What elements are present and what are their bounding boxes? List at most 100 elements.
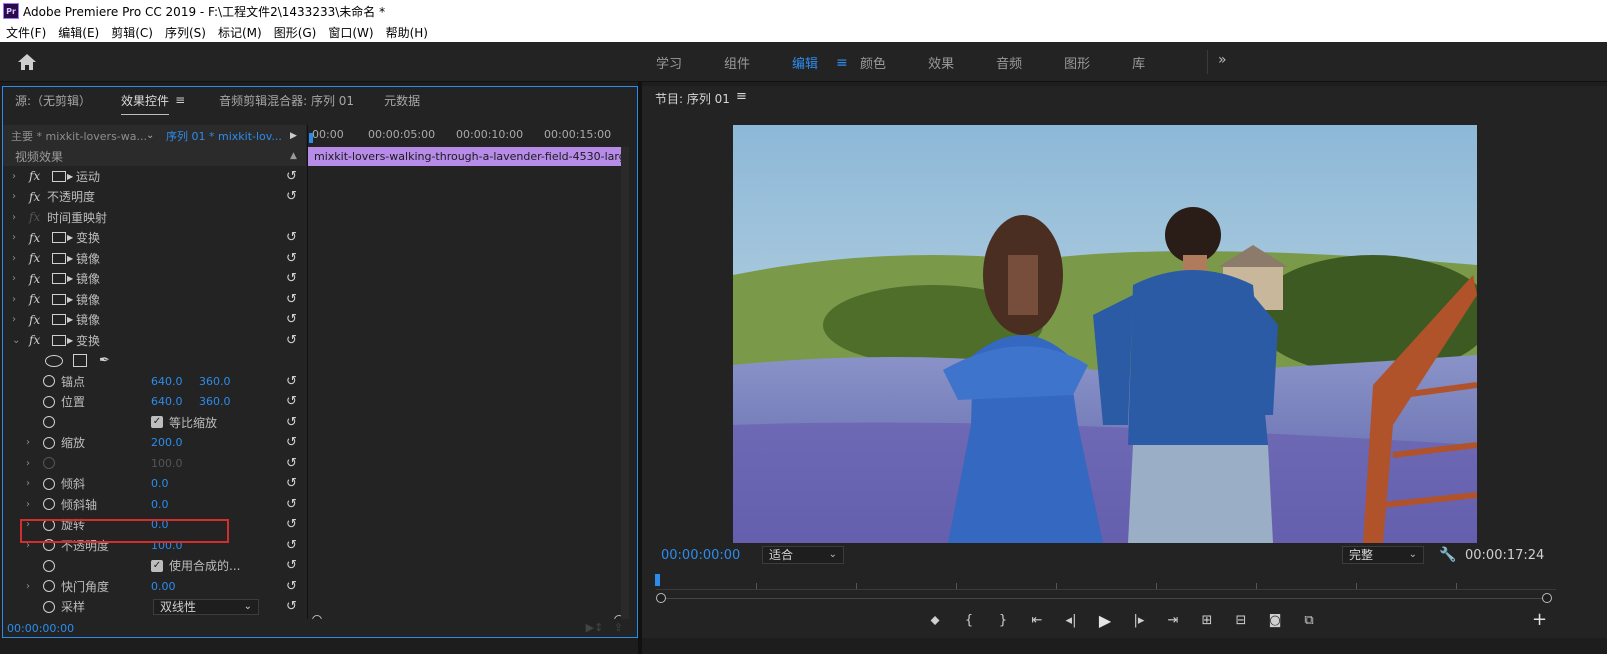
chevron-right-icon[interactable]: › <box>12 294 16 305</box>
reset-icon[interactable]: ↺ <box>286 374 297 389</box>
stopwatch-icon[interactable] <box>43 436 55 449</box>
transform-icon[interactable] <box>52 314 66 326</box>
shutter-value[interactable]: 0.00 <box>151 580 176 593</box>
effect-row-opacity[interactable]: › fx 不透明度 ↺ <box>3 187 306 208</box>
insert-icon[interactable]: ⊞ <box>1190 613 1224 628</box>
reset-icon[interactable]: ↺ <box>286 312 297 327</box>
step-forward-icon[interactable]: |▸ <box>1122 613 1156 628</box>
reset-icon[interactable]: ↺ <box>286 292 297 307</box>
reset-icon[interactable]: ↺ <box>286 415 297 430</box>
add-marker-icon[interactable]: ⬥ <box>918 613 952 628</box>
effect-row-mirror[interactable]: › fx ▶ 镜像 ↺ <box>3 289 306 310</box>
stopwatch-icon[interactable] <box>43 580 55 593</box>
anchor-y-value[interactable]: 360.0 <box>199 375 231 388</box>
menu-markers[interactable]: 标记(M) <box>218 24 262 41</box>
program-menu-icon[interactable]: ≡ <box>736 89 747 104</box>
ws-tab-color[interactable]: 颜色 <box>860 53 886 72</box>
position-y-value[interactable]: 360.0 <box>199 395 231 408</box>
resolution-dropdown[interactable]: 完整 ⌄ <box>1342 546 1424 564</box>
reset-icon[interactable]: ↺ <box>286 558 297 573</box>
reset-icon[interactable]: ↺ <box>286 579 297 594</box>
program-time-ruler[interactable] <box>656 572 1556 590</box>
menu-edit[interactable]: 编辑(E) <box>58 24 99 41</box>
reset-icon[interactable]: ↺ <box>286 517 297 532</box>
transform-icon[interactable] <box>52 293 66 305</box>
effect-row-mirror[interactable]: › fx ▶ 镜像 ↺ <box>3 269 306 290</box>
add-button-icon[interactable]: + <box>1532 609 1547 630</box>
reset-icon[interactable]: ↺ <box>286 538 297 553</box>
workspace-menu-icon[interactable]: ≡ <box>836 55 848 71</box>
chevron-right-icon[interactable]: › <box>12 191 16 202</box>
mark-in-icon[interactable]: { <box>952 613 986 628</box>
pen-mask-icon[interactable]: ✒ <box>99 353 110 368</box>
ws-tab-assembly[interactable]: 组件 <box>724 53 750 72</box>
fx-icon[interactable]: fx <box>29 169 40 183</box>
overwrite-icon[interactable]: ⊟ <box>1224 613 1258 628</box>
anchor-x-value[interactable]: 640.0 <box>151 375 183 388</box>
uniform-scale-checkbox[interactable]: ✓ <box>151 416 163 429</box>
vertical-scrollbar[interactable] <box>621 147 629 635</box>
reset-icon[interactable]: ↺ <box>286 251 297 266</box>
playhead[interactable] <box>309 133 313 143</box>
time-ruler[interactable]: 00:00 00:00:05:00 00:00:10:00 00:00:15:0… <box>308 125 627 146</box>
effect-row-mirror[interactable]: › fx ▶ 镜像 ↺ <box>3 248 306 269</box>
chevron-right-icon[interactable]: › <box>26 458 30 469</box>
position-x-value[interactable]: 640.0 <box>151 395 183 408</box>
master-clip-label[interactable]: 主要 * mixkit-lovers-wa... <box>11 128 147 144</box>
menu-graphics[interactable]: 图形(G) <box>274 24 317 41</box>
fx-icon[interactable]: fx <box>29 272 40 286</box>
menu-sequence[interactable]: 序列(S) <box>165 24 206 41</box>
ws-tab-effects[interactable]: 效果 <box>928 53 954 72</box>
use-comp-checkbox[interactable]: ✓ <box>151 559 163 572</box>
ws-tab-audio[interactable]: 音频 <box>996 53 1022 72</box>
stopwatch-icon[interactable] <box>43 559 55 572</box>
fx-icon[interactable]: fx <box>29 231 40 245</box>
ws-tab-libraries[interactable]: 库 <box>1132 53 1145 72</box>
collapse-icon[interactable]: ▲ <box>290 151 297 161</box>
reset-icon[interactable]: ↺ <box>286 333 297 348</box>
tab-source[interactable]: 源:（无剪辑） <box>15 92 91 109</box>
sequence-clip-label[interactable]: 序列 01 * mixkit-lov... <box>166 128 282 144</box>
reset-icon[interactable]: ↺ <box>286 189 297 204</box>
chevron-right-icon[interactable]: › <box>12 314 16 325</box>
fx-icon[interactable]: fx <box>29 292 40 306</box>
reset-icon[interactable]: ↺ <box>286 476 297 491</box>
chevron-right-icon[interactable]: › <box>12 171 16 182</box>
chevron-down-icon[interactable]: ⌄ <box>146 130 154 141</box>
skew-value[interactable]: 0.0 <box>151 477 169 490</box>
chevron-right-icon[interactable]: › <box>12 212 16 223</box>
tab-effect-controls[interactable]: 效果控件 <box>121 92 170 115</box>
menu-clip[interactable]: 剪辑(C) <box>111 24 153 41</box>
reset-icon[interactable]: ↺ <box>286 394 297 409</box>
menu-window[interactable]: 窗口(W) <box>328 24 373 41</box>
tab-metadata[interactable]: 元数据 <box>384 92 420 109</box>
scale-value[interactable]: 200.0 <box>151 436 183 449</box>
transform-icon[interactable] <box>52 252 66 264</box>
chevron-right-icon[interactable]: › <box>12 273 16 284</box>
sampling-dropdown[interactable]: 双线性 ⌄ <box>153 598 259 615</box>
video-frame[interactable] <box>733 125 1477 543</box>
play-icon[interactable]: ▶ <box>1088 611 1122 630</box>
go-to-out-icon[interactable]: ⇥ <box>1156 613 1190 628</box>
playhead[interactable] <box>655 574 660 586</box>
transform-icon[interactable] <box>52 273 66 285</box>
reset-icon[interactable]: ↺ <box>286 456 297 471</box>
effect-row-time-remap[interactable]: › fx 时间重映射 <box>3 207 306 228</box>
transform-icon[interactable] <box>52 334 66 346</box>
ws-tab-learn[interactable]: 学习 <box>656 53 682 72</box>
scroll-handle-right[interactable] <box>1542 593 1552 603</box>
stopwatch-icon[interactable] <box>43 375 55 388</box>
effect-row-transform-expanded[interactable]: ⌄ fx ▶ 变换 ↺ <box>3 330 306 351</box>
menu-file[interactable]: 文件(F) <box>6 24 46 41</box>
skew-axis-value[interactable]: 0.0 <box>151 498 169 511</box>
reset-icon[interactable]: ↺ <box>286 435 297 450</box>
chevron-right-icon[interactable]: › <box>26 499 30 510</box>
ws-tab-editing[interactable]: 编辑 <box>792 53 818 72</box>
chevron-right-icon[interactable]: › <box>26 478 30 489</box>
status-timecode[interactable]: 00:00:00:00 <box>7 622 74 635</box>
more-workspaces-icon[interactable]: » <box>1218 52 1227 68</box>
reset-icon[interactable]: ↺ <box>286 599 297 614</box>
comparison-view-icon[interactable]: ⧉ <box>1292 613 1326 628</box>
zoom-dropdown[interactable]: 适合 ⌄ <box>762 546 844 564</box>
reset-icon[interactable]: ↺ <box>286 497 297 512</box>
